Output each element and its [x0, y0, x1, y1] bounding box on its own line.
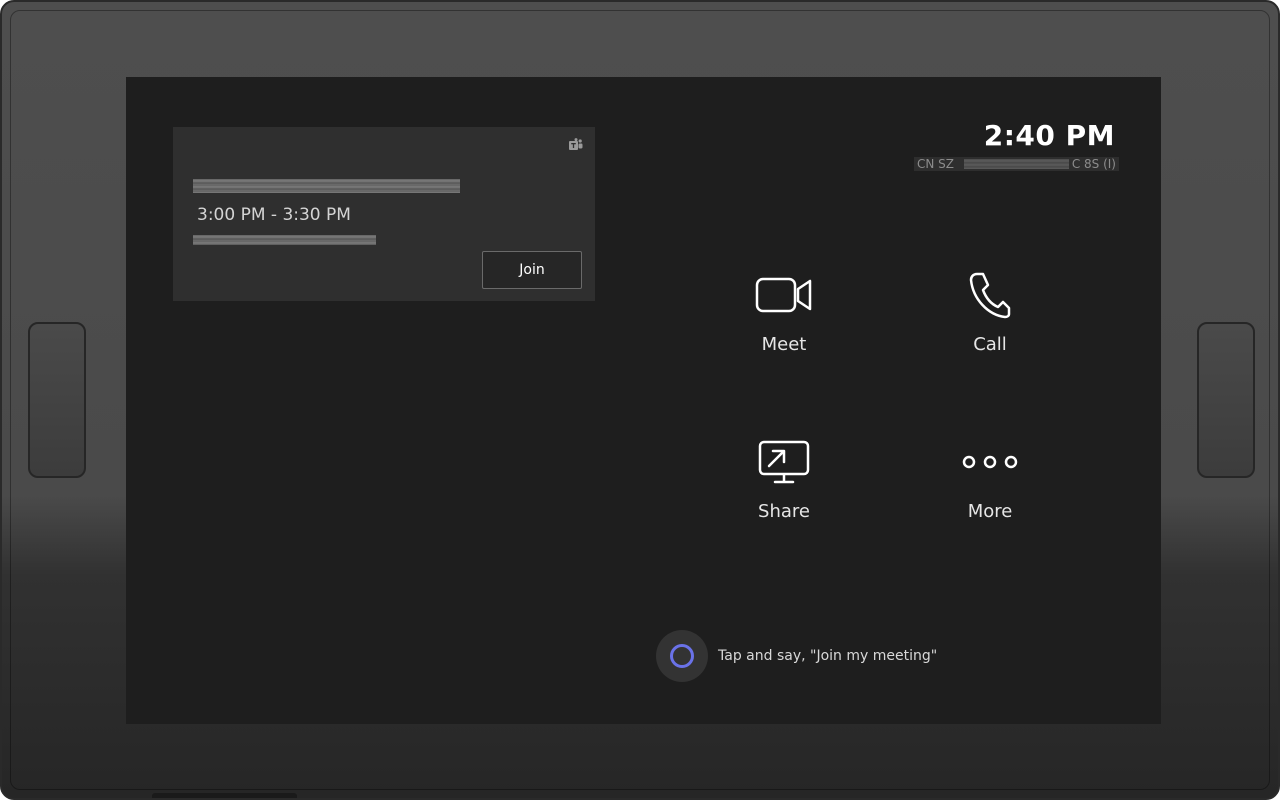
device-frame: 3:00 PM - 3:30 PM Join 2:40 PM CN SZ C 8… — [0, 0, 1280, 800]
room-name-end: C 8S (I) — [1071, 157, 1116, 171]
more-dots-icon — [962, 455, 1018, 469]
share-button[interactable]: Share — [724, 437, 844, 547]
right-side-grip — [1197, 322, 1255, 478]
clock: 2:40 PM — [983, 119, 1115, 152]
upcoming-meeting-card[interactable]: 3:00 PM - 3:30 PM Join — [173, 127, 595, 301]
join-button[interactable]: Join — [482, 251, 582, 289]
teams-room-screen: 3:00 PM - 3:30 PM Join 2:40 PM CN SZ C 8… — [126, 77, 1161, 724]
call-label: Call — [973, 334, 1007, 355]
meeting-organizer-redacted — [193, 235, 376, 245]
room-name-start: CN SZ — [917, 157, 955, 171]
room-name: CN SZ C 8S (I) — [914, 157, 1119, 171]
room-name-redacted — [964, 159, 1069, 169]
teams-icon — [569, 138, 583, 150]
meeting-time-range: 3:00 PM - 3:30 PM — [197, 205, 351, 225]
meet-button[interactable]: Meet — [724, 270, 844, 380]
bottom-lip — [152, 793, 297, 798]
cortana-button[interactable] — [656, 630, 708, 682]
cortana-icon — [670, 644, 694, 668]
video-camera-icon — [755, 277, 812, 313]
cortana-hint: Tap and say, "Join my meeting" — [718, 648, 938, 664]
more-label: More — [967, 501, 1013, 522]
more-button[interactable]: More — [930, 437, 1050, 547]
meeting-title-redacted — [193, 179, 460, 193]
share-label: Share — [758, 501, 810, 522]
cortana-prompt: Tap and say, "Join my meeting" — [656, 630, 937, 682]
left-side-grip — [28, 322, 86, 478]
phone-icon — [969, 272, 1011, 319]
meet-label: Meet — [761, 334, 807, 355]
call-button[interactable]: Call — [930, 270, 1050, 380]
screen-share-icon — [758, 440, 810, 484]
